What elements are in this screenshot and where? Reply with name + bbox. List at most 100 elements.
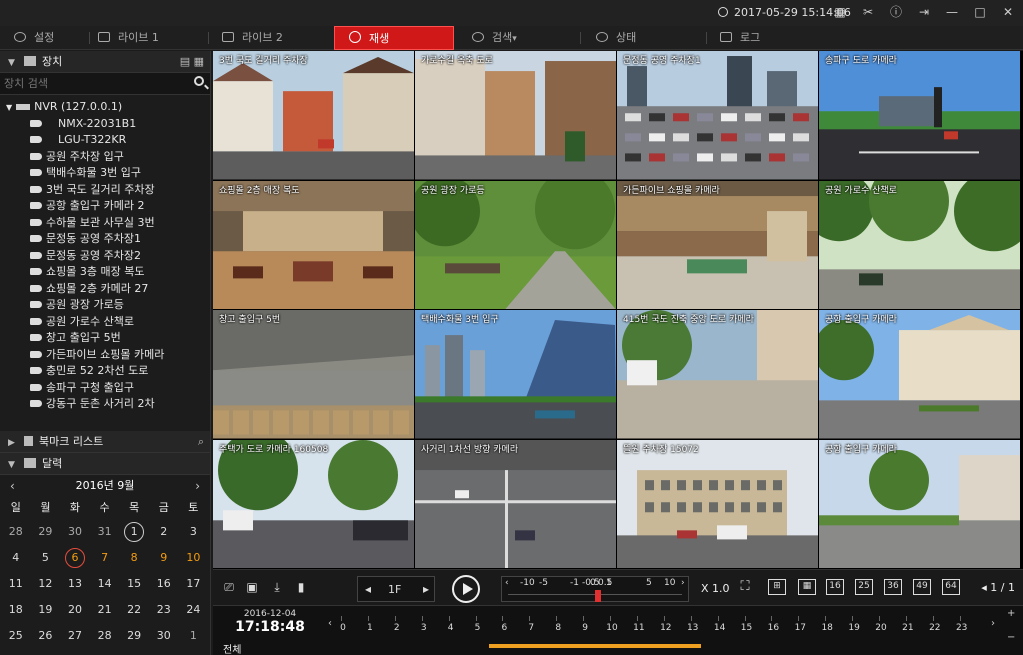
calendar-day[interactable]: 28: [90, 623, 120, 649]
tree-item-nvr[interactable]: ▼ NVR (127.0.0.1): [0, 99, 210, 116]
video-tile[interactable]: 송파구 도로 카메라: [819, 51, 1020, 180]
video-tile[interactable]: 공항 출입구 카메라: [819, 439, 1020, 568]
video-tile[interactable]: 공원 광장 가로등: [415, 180, 616, 309]
search-icon[interactable]: [194, 76, 204, 86]
calendar-day[interactable]: 17: [179, 571, 209, 597]
search-icon[interactable]: ⌕: [198, 431, 204, 453]
camera-clip-icon[interactable]: ⎚: [221, 580, 237, 594]
calendar-day[interactable]: 28: [1, 519, 31, 545]
speed-knob[interactable]: [595, 590, 601, 602]
calendar-day[interactable]: 12: [31, 571, 61, 597]
calendar-day[interactable]: 13: [60, 571, 90, 597]
calendar-day[interactable]: 14: [90, 571, 120, 597]
grid-icon[interactable]: ▦: [833, 5, 847, 19]
calendar-day[interactable]: 4: [1, 545, 31, 571]
calendar-day[interactable]: 26: [31, 623, 61, 649]
timeline-prev-button[interactable]: ‹: [328, 618, 332, 629]
calendar-day[interactable]: 29: [119, 623, 149, 649]
prev-frame-button[interactable]: ◂: [360, 582, 376, 596]
video-tile[interactable]: 택배수화물 3번 입구: [415, 310, 616, 439]
calendar-day[interactable]: 29: [31, 519, 61, 545]
speed-right-arrow[interactable]: ›: [681, 578, 685, 588]
calendar-day[interactable]: 21: [90, 597, 120, 623]
video-tile[interactable]: 공원 가로수 산책로: [819, 180, 1020, 309]
tab-live-2[interactable]: 라이브 2: [208, 26, 332, 50]
logout-icon[interactable]: ⇥: [917, 5, 931, 19]
video-tile[interactable]: 공항 출입구 카메라: [819, 310, 1020, 439]
calendar-day[interactable]: 1: [119, 519, 149, 545]
tab-settings[interactable]: 설정: [0, 26, 87, 50]
tab-search[interactable]: 검색▾: [458, 26, 582, 50]
calendar-day[interactable]: 2: [149, 519, 179, 545]
calendar-day[interactable]: 23: [149, 597, 179, 623]
snapshot-icon[interactable]: ▣: [244, 580, 260, 594]
recording-bar[interactable]: [489, 644, 701, 648]
layout-16-button[interactable]: 16: [826, 579, 844, 595]
video-tile[interactable]: 뜰원 주차장 15072: [617, 439, 818, 568]
calendar-day[interactable]: 30: [149, 623, 179, 649]
tab-playback[interactable]: 재생: [334, 26, 454, 50]
tree-item-camera[interactable]: 가든파이브 쇼핑몰 카메라: [0, 347, 210, 364]
video-tile[interactable]: 3번 국도 길거리 주차장: [213, 51, 414, 180]
tree-item-camera[interactable]: 공원 주차장 입구: [0, 149, 210, 166]
device-section-header[interactable]: ▼ 장치 ▤ ▦: [0, 51, 210, 73]
tree-item-camera[interactable]: 송파구 구청 출입구: [0, 380, 210, 397]
calendar-day[interactable]: 19: [31, 597, 61, 623]
tree-item-camera[interactable]: 쇼핑몰 2층 카메라 27: [0, 281, 210, 298]
tree-item-camera[interactable]: 택배수화물 3번 입구: [0, 165, 210, 182]
tab-status[interactable]: 상태: [582, 26, 706, 50]
calendar-day[interactable]: 10: [179, 545, 209, 571]
tree-item-camera[interactable]: 강동구 둔촌 사거리 2차: [0, 396, 210, 413]
speed-left-arrow[interactable]: ‹: [505, 578, 509, 588]
close-button[interactable]: ✕: [1001, 5, 1015, 19]
tree-item-camera[interactable]: 수하물 보관 사무실 3번: [0, 215, 210, 232]
layout-9-icon[interactable]: ▦: [798, 579, 816, 595]
tree-item-camera[interactable]: 공항 출입구 카메라 2: [0, 198, 210, 215]
tree-item-camera[interactable]: NMX-22031B1: [0, 116, 210, 133]
video-tile[interactable]: 사거리 1차선 방향 카메라: [415, 439, 616, 568]
calendar-day[interactable]: 11: [1, 571, 31, 597]
speed-slider[interactable]: ‹ › -10 -5 -1 -0.5 0 0.5 1 5 10: [501, 576, 689, 602]
layout-64-button[interactable]: 64: [942, 579, 960, 595]
play-button[interactable]: [452, 575, 480, 603]
video-tile[interactable]: 가로수길 옥축 도로: [415, 51, 616, 180]
next-frame-button[interactable]: ▸: [418, 582, 434, 596]
tools-icon[interactable]: ✂: [861, 5, 875, 19]
tab-live-1[interactable]: 라이브 1: [84, 26, 208, 50]
fit-screen-icon[interactable]: ⛶: [737, 580, 753, 594]
calendar-day[interactable]: 18: [1, 597, 31, 623]
video-tile[interactable]: 쇼핑몰 2층 매장 복도: [213, 180, 414, 309]
minimize-button[interactable]: —: [945, 5, 959, 19]
calendar-day[interactable]: 7: [90, 545, 120, 571]
tree-item-camera[interactable]: 창고 출입구 5번: [0, 330, 210, 347]
device-search-input[interactable]: [0, 73, 180, 93]
calendar-day[interactable]: 6: [60, 545, 90, 571]
timeline-next-button[interactable]: ›: [991, 618, 995, 629]
calendar-day[interactable]: 9: [149, 545, 179, 571]
maximize-button[interactable]: □: [973, 5, 987, 19]
layout-4-icon[interactable]: ⊞: [768, 579, 786, 595]
prev-month-button[interactable]: ‹: [10, 475, 15, 497]
calendar-day[interactable]: 30: [60, 519, 90, 545]
tree-item-camera[interactable]: 충민로 52 2차선 도로: [0, 363, 210, 380]
layout-25-button[interactable]: 25: [855, 579, 873, 595]
calendar-day[interactable]: 20: [60, 597, 90, 623]
calendar-day[interactable]: 22: [119, 597, 149, 623]
video-tile[interactable]: 주택가 도로 카메라 160508: [213, 439, 414, 568]
tab-log[interactable]: 로그: [706, 26, 830, 50]
tree-item-camera[interactable]: 공원 광장 가로등: [0, 297, 210, 314]
layout-49-button[interactable]: 49: [913, 579, 931, 595]
video-tile[interactable]: 창고 출입구 5번: [213, 310, 414, 439]
tree-item-camera[interactable]: LGU-T322KR: [0, 132, 210, 149]
calendar-day[interactable]: 3: [179, 519, 209, 545]
tree-item-camera[interactable]: 3번 국도 길거리 주차장: [0, 182, 210, 199]
bookmark-section-header[interactable]: ▶ 북마크 리스트 ⌕: [0, 431, 210, 453]
calendar-day[interactable]: 16: [149, 571, 179, 597]
calendar-day[interactable]: 31: [90, 519, 120, 545]
tree-item-camera[interactable]: 문정동 공영 주차장2: [0, 248, 210, 265]
calendar-day[interactable]: 1: [179, 623, 209, 649]
calendar-day[interactable]: 8: [119, 545, 149, 571]
calendar-day[interactable]: 15: [119, 571, 149, 597]
view-toggle-icons[interactable]: ▤ ▦: [180, 51, 204, 73]
video-tile[interactable]: 가든파이브 쇼핑몰 카메라: [617, 180, 818, 309]
